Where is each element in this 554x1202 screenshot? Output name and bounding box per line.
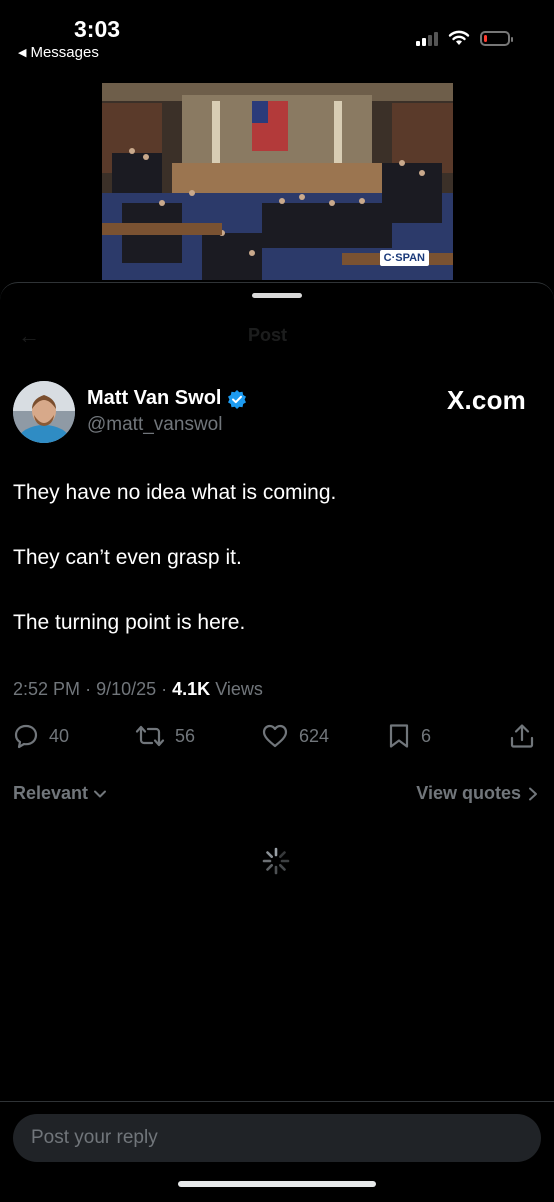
post-sheet: ← Post Matt Van Swol @matt_vanswol X.com… (0, 282, 554, 1201)
post-metadata: 2:52 PM · 9/10/25 · 4.1K Views (13, 679, 263, 700)
author-name[interactable]: Matt Van Swol (87, 387, 247, 410)
cellular-signal-icon (416, 30, 438, 46)
meta-separator: · (85, 679, 97, 699)
reply-button[interactable]: 40 (13, 723, 69, 749)
chevron-right-icon (529, 787, 537, 800)
battery-level (484, 34, 488, 42)
views-count[interactable]: 4.1K (172, 679, 210, 699)
view-quotes-link[interactable]: View quotes (416, 783, 539, 804)
post-date: 9/10/25 (96, 679, 157, 699)
battery-icon (480, 30, 513, 46)
status-bar: 3:03 ◀ Messages (0, 0, 554, 70)
repost-button[interactable]: 56 (135, 723, 195, 749)
post-text-line: They can’t even grasp it. (13, 546, 242, 569)
post-text-line: They have no idea what is coming. (13, 481, 337, 504)
view-quotes-label: View quotes (416, 783, 521, 803)
repost-count: 56 (175, 725, 196, 746)
repost-icon (135, 725, 165, 747)
back-to-messages-link[interactable]: ◀ Messages (18, 44, 99, 61)
back-triangle-icon: ◀ (18, 47, 27, 59)
views-label: Views (215, 679, 263, 699)
status-time: 3:03 (74, 16, 121, 42)
back-app-label: Messages (30, 44, 99, 61)
bookmark-button[interactable]: 6 (387, 723, 431, 749)
avatar[interactable] (13, 381, 75, 443)
post-header: ← Post (0, 321, 554, 351)
meta-separator: · (161, 679, 173, 699)
bookmark-icon (389, 724, 409, 748)
home-indicator[interactable] (178, 1181, 376, 1187)
header-title: Post (248, 325, 288, 345)
reply-filters: Relevant View quotes (13, 783, 539, 809)
avatar-image (13, 381, 75, 443)
video-thumbnail[interactable]: C·SPAN (102, 83, 453, 280)
like-button[interactable]: 624 (261, 723, 329, 749)
xcom-logo: X.com (446, 385, 526, 415)
sheet-grabber[interactable] (252, 293, 302, 298)
loading-spinner-icon (262, 847, 290, 875)
wifi-icon (448, 30, 470, 45)
post-time: 2:52 PM (13, 679, 81, 699)
heart-icon (262, 724, 288, 748)
bookmark-count: 6 (421, 725, 432, 746)
chevron-down-icon (94, 790, 107, 797)
verified-badge-icon (228, 389, 247, 409)
sort-replies-dropdown[interactable]: Relevant (13, 783, 108, 804)
reply-count: 40 (49, 725, 70, 746)
cspan-logo: C·SPAN (379, 250, 429, 266)
back-arrow-icon[interactable]: ← (18, 323, 40, 349)
author-name-text: Matt Van Swol (87, 387, 222, 409)
author-handle[interactable]: @matt_vanswol (87, 414, 222, 436)
like-count: 624 (299, 725, 330, 746)
reply-icon (14, 724, 38, 749)
share-button[interactable] (509, 723, 535, 749)
post-actions: 40 56 624 6 (13, 723, 539, 753)
status-icons (416, 30, 513, 46)
sort-label: Relevant (13, 783, 89, 803)
post-text-line: The turning point is here. (13, 611, 246, 634)
reply-input[interactable] (13, 1114, 541, 1162)
share-icon (510, 724, 534, 748)
